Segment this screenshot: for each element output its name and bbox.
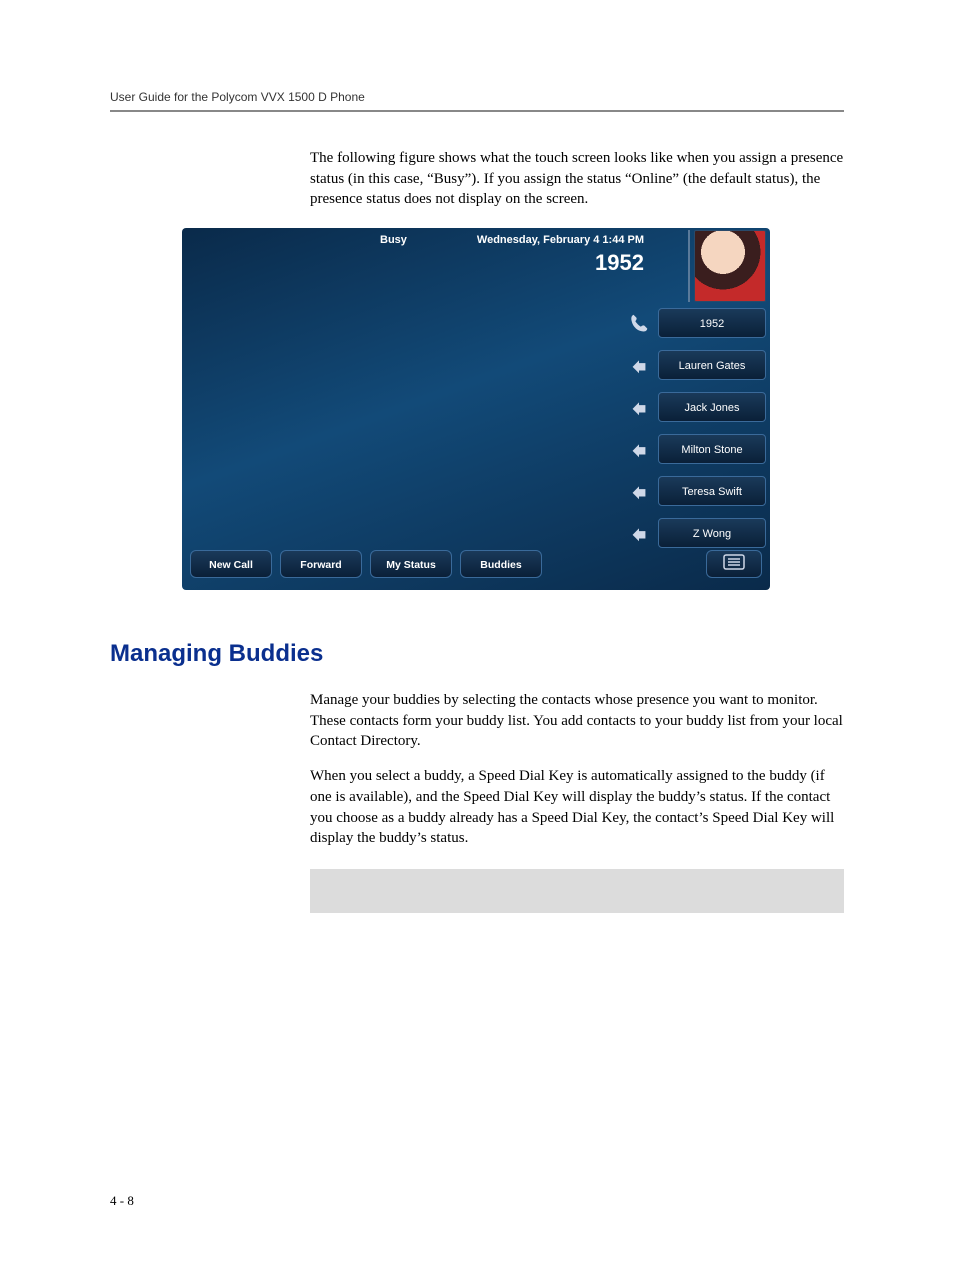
my-status-softkey[interactable]: My Status <box>370 550 452 578</box>
user-avatar <box>694 230 766 302</box>
presence-status-label: Busy <box>380 234 407 246</box>
speed-dial-key[interactable]: Jack Jones <box>658 392 766 422</box>
speed-dial-key[interactable]: 1952 <box>658 308 766 338</box>
speed-dial-column: 1952 Lauren Gates Jack Jones Milton Ston… <box>636 308 766 560</box>
speed-dial-key[interactable]: Lauren Gates <box>658 350 766 380</box>
buddies-softkey[interactable]: Buddies <box>460 550 542 578</box>
speed-dial-row: 1952 <box>636 308 766 342</box>
speed-dial-row: Jack Jones <box>636 392 766 426</box>
speed-dial-row: Teresa Swift <box>636 476 766 510</box>
speed-dial-key[interactable]: Teresa Swift <box>658 476 766 506</box>
managing-buddies-heading: Managing Buddies <box>110 640 844 668</box>
intro-paragraph: The following figure shows what the touc… <box>310 148 844 210</box>
running-header: User Guide for the Polycom VVX 1500 D Ph… <box>110 90 844 110</box>
phone-topbar: Busy Wednesday, February 4 1:44 PM 1952 <box>182 232 650 268</box>
menu-icon <box>723 554 745 574</box>
handset-icon <box>628 312 650 334</box>
page-number: 4 - 8 <box>110 1193 844 1209</box>
buddy-icon <box>628 438 650 460</box>
forward-softkey[interactable]: Forward <box>280 550 362 578</box>
buddy-icon <box>628 480 650 502</box>
managing-buddies-p1: Manage your buddies by selecting the con… <box>310 690 844 752</box>
phone-touchscreen-figure: Busy Wednesday, February 4 1:44 PM 1952 … <box>182 228 770 590</box>
avatar-divider <box>688 230 690 302</box>
speed-dial-key[interactable]: Z Wong <box>658 518 766 548</box>
buddy-icon <box>628 354 650 376</box>
speed-dial-key[interactable]: Milton Stone <box>658 434 766 464</box>
header-rule <box>110 110 844 112</box>
speed-dial-row: Z Wong <box>636 518 766 552</box>
managing-buddies-p2: When you select a buddy, a Speed Dial Ke… <box>310 766 844 849</box>
menu-softkey[interactable] <box>706 550 762 578</box>
speed-dial-row: Milton Stone <box>636 434 766 468</box>
softkey-bar: New Call Forward My Status Buddies <box>190 550 762 580</box>
buddy-icon <box>628 396 650 418</box>
note-placeholder-box <box>310 869 844 913</box>
speed-dial-row: Lauren Gates <box>636 350 766 384</box>
new-call-softkey[interactable]: New Call <box>190 550 272 578</box>
datetime-label: Wednesday, February 4 1:44 PM <box>477 234 644 246</box>
extension-number: 1952 <box>595 250 644 276</box>
buddy-icon <box>628 522 650 544</box>
